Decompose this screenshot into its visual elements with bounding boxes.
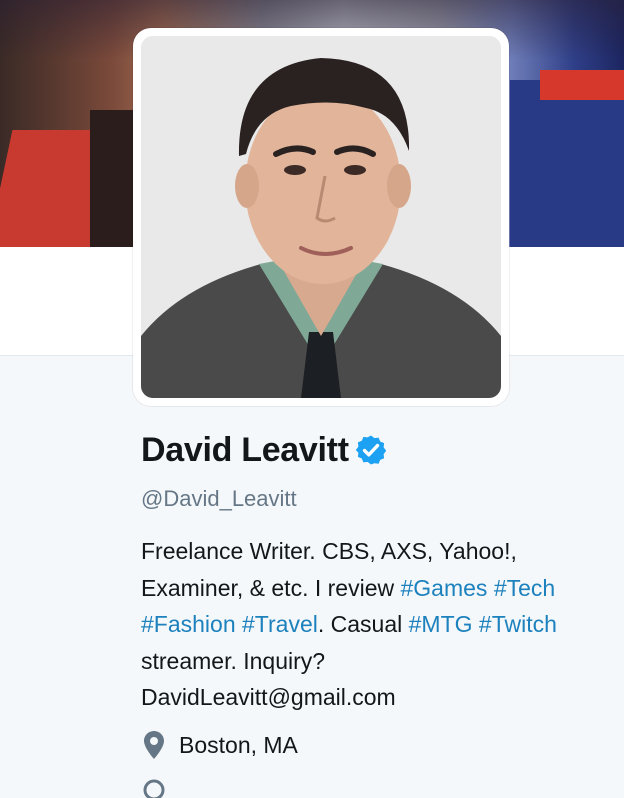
bio-text: . Casual xyxy=(317,611,409,637)
avatar[interactable] xyxy=(141,36,501,398)
profile-name-row: David Leavitt xyxy=(141,428,387,472)
bio-email: DavidLeavitt@gmail.com xyxy=(141,684,396,710)
hashtag-link-travel[interactable]: #Travel xyxy=(242,611,318,637)
profile-handle[interactable]: @David_Leavitt xyxy=(141,486,297,512)
profile-location: Boston, MA xyxy=(179,731,298,758)
verified-badge-icon xyxy=(355,435,386,465)
bio-line: Examiner, & etc. I review #Games #Tech xyxy=(141,570,611,607)
next-meta-icon xyxy=(143,776,165,798)
hashtag-link-twitch[interactable]: #Twitch xyxy=(479,611,557,637)
location-pin-icon xyxy=(144,731,164,759)
bio-line: streamer. Inquiry? xyxy=(141,647,326,674)
banner-shape xyxy=(510,80,624,247)
profile-bio: Freelance Writer. CBS, AXS, Yahoo!, Exam… xyxy=(141,533,611,716)
hashtag-link-games[interactable]: #Games xyxy=(400,575,487,601)
profile-location-row: Boston, MA xyxy=(143,730,298,760)
hashtag-link-mtg[interactable]: #MTG xyxy=(409,611,473,637)
banner-shape xyxy=(540,70,624,100)
profile-name[interactable]: David Leavitt xyxy=(141,431,349,470)
hashtag-link-tech[interactable]: #Tech xyxy=(494,575,555,601)
bio-text: Examiner, & etc. I review xyxy=(141,574,401,601)
bio-line: Freelance Writer. CBS, AXS, Yahoo!, xyxy=(141,538,517,564)
hashtag-link-fashion[interactable]: #Fashion xyxy=(141,611,236,637)
avatar-frame[interactable] xyxy=(133,28,509,406)
bio-line: #Fashion #Travel. Casual #MTG #Twitch xyxy=(141,606,611,643)
avatar-photo xyxy=(141,36,501,398)
